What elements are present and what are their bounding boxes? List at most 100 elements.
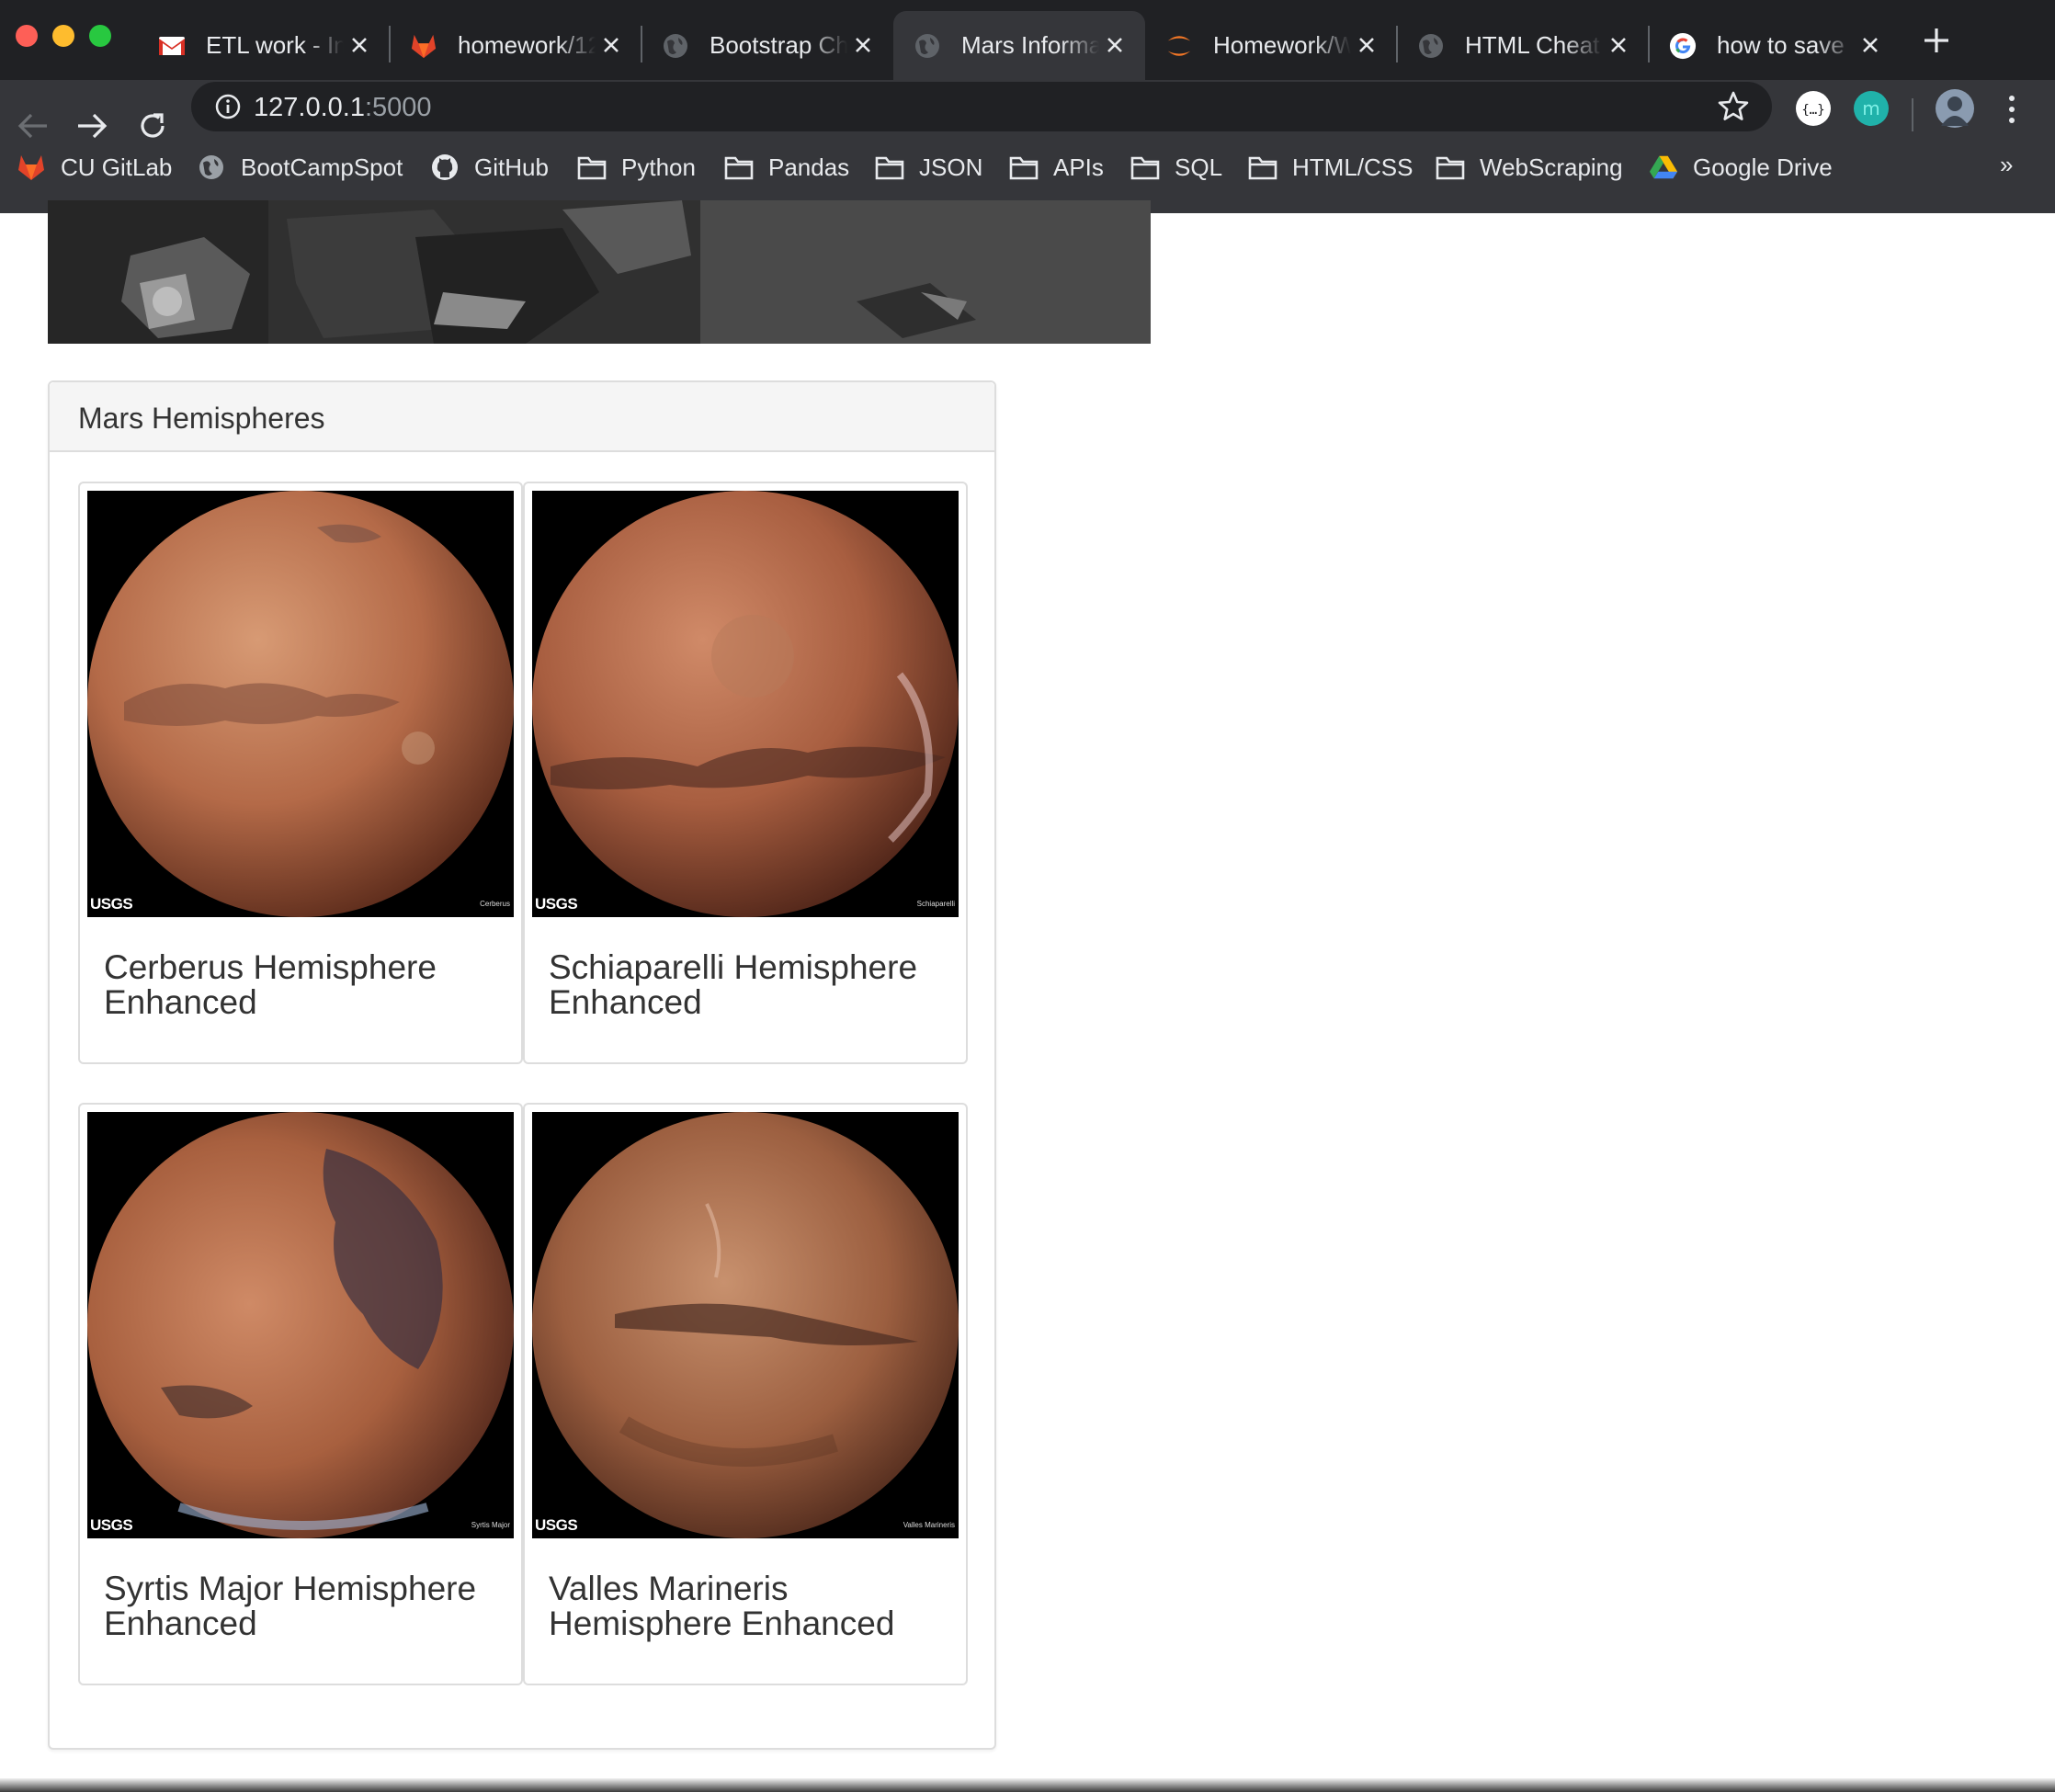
tab-close-icon[interactable] (1101, 31, 1129, 59)
json-viewer-extension-icon[interactable]: {…} (1796, 91, 1831, 126)
tab-title: HTML Cheat Sheet (1465, 31, 1603, 59)
bookmark-folder-apis[interactable]: APIs (1009, 140, 1104, 195)
url-host: 127.0.0.1 (254, 93, 365, 122)
tab-title: Mars Information (961, 31, 1099, 59)
hemisphere-title: Syrtis Major Hemisphere Enhanced (104, 1570, 477, 1642)
image-label: Valles Marineris (903, 1521, 955, 1529)
google-icon (1669, 32, 1697, 60)
bookmark-folder-python[interactable]: Python (577, 140, 696, 195)
hemispheres-panel: Mars Hemispheres USGS Cerberus Cerberus … (48, 380, 996, 1750)
tab-close-icon[interactable] (346, 31, 373, 59)
featured-image-bottom (48, 200, 1151, 344)
new-tab-plus-icon[interactable] (1918, 22, 1955, 59)
bookmark-github[interactable]: GitHub (430, 140, 549, 195)
folder-icon (1248, 153, 1277, 182)
gitlab-icon (410, 32, 437, 60)
bookmark-folder-webscraping[interactable]: WebScraping (1436, 140, 1623, 195)
panel-title: Mars Hemispheres (78, 402, 325, 435)
google-drive-icon (1649, 153, 1678, 182)
bookmarks-overflow-chevron-icon[interactable]: » (2000, 151, 2013, 179)
browser-tab[interactable]: HTML Cheat Sheet (1397, 11, 1649, 80)
bookmark-label: HTML/CSS (1292, 153, 1414, 181)
hemisphere-image-valles-marineris[interactable]: USGS Valles Marineris (532, 1112, 959, 1538)
zoom-window-button[interactable] (89, 25, 111, 47)
hemisphere-card-syrtis-major[interactable]: USGS Syrtis Major Syrtis Major Hemispher… (78, 1103, 523, 1685)
url-text[interactable]: 127.0.0.1:5000 (254, 93, 432, 123)
folder-icon (875, 153, 904, 182)
bookmarks-bar: CU GitLab BootCampSpot GitHub Python Pan… (0, 140, 2055, 200)
browser-tab-active[interactable]: Mars Information (893, 11, 1145, 80)
tab-close-icon[interactable] (597, 31, 625, 59)
reload-icon[interactable] (134, 108, 171, 144)
bookmark-folder-sql[interactable]: SQL (1130, 140, 1222, 195)
back-arrow-icon[interactable] (15, 108, 51, 144)
bookmark-label: JSON (919, 153, 983, 181)
bookmark-bootcampspot[interactable]: BootCampSpot (197, 140, 403, 195)
bookmark-label: WebScraping (1480, 153, 1623, 181)
minimize-window-button[interactable] (52, 25, 74, 47)
hemisphere-title: Valles Marineris Hemisphere Enhanced (549, 1570, 895, 1642)
bookmark-folder-pandas[interactable]: Pandas (724, 140, 849, 195)
browser-tab[interactable]: Bootstrap Charts (641, 11, 893, 80)
tab-close-icon[interactable] (1605, 31, 1632, 59)
tab-title: how to save (1717, 31, 1845, 59)
tab-close-icon[interactable] (1856, 31, 1884, 59)
gmail-icon (158, 32, 186, 60)
extension-m-icon[interactable]: m (1854, 91, 1889, 126)
usgs-watermark: USGS (535, 1516, 578, 1534)
image-label: Cerberus (480, 900, 510, 908)
url-port: :5000 (364, 93, 432, 122)
toolbar-divider (1912, 98, 1913, 131)
folder-icon (1130, 153, 1160, 182)
hemisphere-card-valles-marineris[interactable]: USGS Valles Marineris Valles Marineris H… (523, 1103, 968, 1685)
globe-icon (197, 153, 226, 182)
bookmark-cu-gitlab[interactable]: CU GitLab (17, 140, 172, 195)
folder-icon (1009, 153, 1039, 182)
gitlab-icon (17, 153, 46, 182)
bookmark-label: GitHub (474, 153, 549, 181)
globe-icon (914, 32, 941, 60)
svg-text:m: m (1862, 97, 1879, 119)
bookmark-folder-json[interactable]: JSON (875, 140, 982, 195)
bookmark-label: Python (621, 153, 696, 181)
bookmark-label: BootCampSpot (241, 153, 403, 181)
browser-tab[interactable]: how to save (1649, 11, 1901, 80)
svg-text:{…}: {…} (1801, 103, 1824, 118)
globe-icon (662, 32, 689, 60)
tab-title: Homework/Web (1213, 31, 1351, 59)
info-icon[interactable] (215, 94, 241, 119)
hemisphere-card-cerberus[interactable]: USGS Cerberus Cerberus Hemisphere Enhanc… (78, 482, 523, 1064)
browser-tab[interactable]: ETL work - Inbox (138, 11, 390, 80)
tab-strip: ETL work - Inbox homework/12 Bootstrap C… (0, 0, 2055, 80)
bookmark-google-drive[interactable]: Google Drive (1649, 140, 1833, 195)
address-bar[interactable]: 127.0.0.1:5000 (191, 82, 1772, 131)
browser-tab[interactable]: Homework/Web (1145, 11, 1397, 80)
tab-title: Bootstrap Charts (710, 31, 847, 59)
hemisphere-image-cerberus[interactable]: USGS Cerberus (87, 491, 514, 917)
hemisphere-card-schiaparelli[interactable]: USGS Schiaparelli Schiaparelli Hemispher… (523, 482, 968, 1064)
avatar[interactable] (1936, 89, 1974, 128)
bookmark-label: Pandas (768, 153, 850, 181)
bookmark-label: CU GitLab (61, 153, 173, 181)
usgs-watermark: USGS (90, 1516, 133, 1534)
tab-close-icon[interactable] (849, 31, 877, 59)
hemisphere-image-schiaparelli[interactable]: USGS Schiaparelli (532, 491, 959, 917)
close-window-button[interactable] (16, 25, 38, 47)
image-label: Syrtis Major (471, 1521, 510, 1529)
hemisphere-title: Cerberus Hemisphere Enhanced (104, 948, 437, 1021)
panel-heading: Mars Hemispheres (50, 382, 994, 452)
tab-title: ETL work - Inbox (206, 31, 344, 59)
image-label: Schiaparelli (916, 900, 955, 908)
menu-kebab-icon[interactable] (2004, 91, 2020, 128)
tab-close-icon[interactable] (1353, 31, 1380, 59)
hemisphere-image-syrtis-major[interactable]: USGS Syrtis Major (87, 1112, 514, 1538)
folder-icon (577, 153, 607, 182)
bookmark-star-icon[interactable] (1717, 90, 1750, 123)
github-icon (430, 153, 460, 182)
forward-arrow-icon[interactable] (74, 108, 110, 144)
jupyter-icon (1165, 32, 1193, 60)
browser-tab[interactable]: homework/12 (390, 11, 641, 80)
bookmark-folder-html-css[interactable]: HTML/CSS (1248, 140, 1413, 195)
hemisphere-title: Schiaparelli Hemisphere Enhanced (549, 948, 918, 1021)
usgs-watermark: USGS (535, 895, 578, 913)
